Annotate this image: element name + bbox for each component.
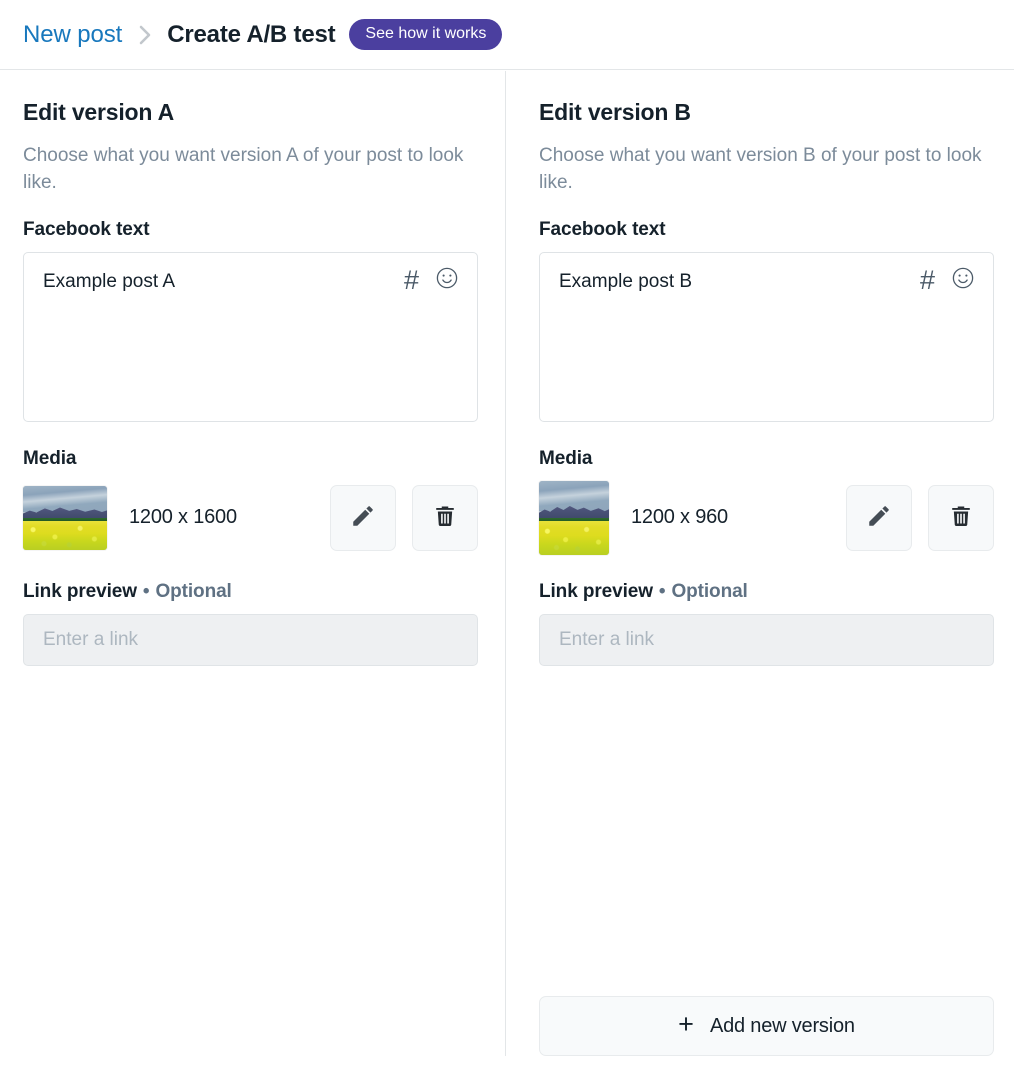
smiley-icon[interactable] <box>951 266 975 295</box>
version-b-facebook-text-label: Facebook text <box>539 218 666 240</box>
version-a-media-row: 1200 x 1600 <box>23 481 478 555</box>
version-a-text-value: Example post A <box>43 270 176 292</box>
version-b-editor-icons: # <box>920 266 975 295</box>
version-b-text-value: Example post B <box>559 270 693 292</box>
version-b-media-row: 1200 x 960 <box>539 480 994 555</box>
version-a-link-placeholder: Enter a link <box>43 628 139 650</box>
version-a-panel: Edit version A Choose what you want vers… <box>0 71 506 1080</box>
hashtag-icon[interactable]: # <box>920 266 935 294</box>
version-b-media-dimensions: 1200 x 960 <box>631 506 728 529</box>
version-b-media-thumbnail[interactable] <box>539 480 609 555</box>
version-b-link-preview-label: Link preview • Optional <box>539 581 987 603</box>
version-a-editor-icons: # <box>404 266 459 295</box>
version-a-media-label: Media <box>23 447 77 469</box>
smiley-icon[interactable] <box>435 266 459 295</box>
ab-test-editor-page: New post Create A/B test See how it work… <box>0 0 1014 1080</box>
thumbnail-field-texture <box>539 521 609 555</box>
chevron-right-icon <box>138 23 153 47</box>
version-b-subtitle: Choose what you want version B of your p… <box>539 144 982 193</box>
page-title: Create A/B test <box>167 20 336 48</box>
version-b-edit-media-button[interactable] <box>846 484 912 551</box>
thumbnail-sky <box>539 480 609 511</box>
version-a-delete-media-button[interactable] <box>412 484 478 551</box>
version-b-panel: Edit version B Choose what you want vers… <box>506 71 1012 1080</box>
version-b-link-preview-text: Link preview <box>539 580 653 602</box>
breadcrumb-header: New post Create A/B test See how it work… <box>0 0 1014 70</box>
version-a-title: Edit version A <box>23 99 174 125</box>
column-divider <box>505 71 506 1056</box>
pencil-icon <box>866 503 892 532</box>
version-a-subtitle: Choose what you want version A of your p… <box>23 144 464 193</box>
version-b-media-label: Media <box>539 447 593 469</box>
version-a-text-input[interactable]: Example post A # <box>23 251 478 422</box>
hashtag-icon[interactable]: # <box>404 266 419 294</box>
pencil-icon <box>350 503 376 532</box>
versions-container: Edit version A Choose what you want vers… <box>0 71 1014 1080</box>
version-b-delete-media-button[interactable] <box>928 484 994 551</box>
add-new-version-label: Add new version <box>709 1014 855 1037</box>
version-a-media-thumbnail[interactable] <box>23 485 107 550</box>
breadcrumb-new-post-link[interactable]: New post <box>23 21 122 49</box>
see-how-it-works-button[interactable]: See how it works <box>349 19 503 50</box>
bullet-separator: • <box>142 580 150 602</box>
version-b-media-actions <box>846 484 994 551</box>
version-a-edit-media-button[interactable] <box>330 484 396 551</box>
version-b-title: Edit version B <box>539 99 691 125</box>
thumbnail-sky <box>23 485 107 512</box>
trash-icon <box>432 503 458 532</box>
version-b-text-input[interactable]: Example post B # <box>539 251 994 422</box>
version-a-link-input[interactable]: Enter a link <box>23 613 478 666</box>
version-b-link-placeholder: Enter a link <box>559 628 655 650</box>
trash-icon <box>948 503 974 532</box>
version-a-optional-tag: Optional <box>155 580 232 602</box>
version-a-media-dimensions: 1200 x 1600 <box>129 506 237 529</box>
thumbnail-field-texture <box>23 520 107 550</box>
add-new-version-button[interactable]: + Add new version <box>539 996 994 1056</box>
version-a-facebook-text-label: Facebook text <box>23 218 150 240</box>
version-b-link-input[interactable]: Enter a link <box>539 613 994 666</box>
bullet-separator: • <box>658 580 666 602</box>
version-a-link-preview-label: Link preview • Optional <box>23 581 479 603</box>
plus-icon: + <box>678 1009 694 1039</box>
version-b-optional-tag: Optional <box>671 580 748 602</box>
version-a-media-actions <box>330 484 478 551</box>
version-a-link-preview-text: Link preview <box>23 580 137 602</box>
